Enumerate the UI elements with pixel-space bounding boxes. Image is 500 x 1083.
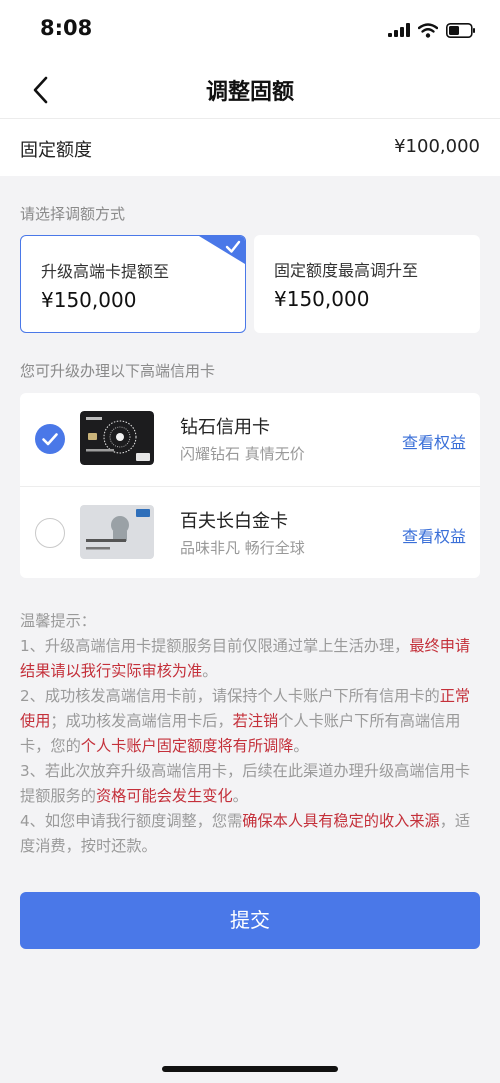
option-title: 固定额度最高调升至 — [274, 261, 419, 280]
tips-highlight: 个人卡账户固定额度将有所调降 — [80, 737, 294, 755]
tips-item-1: 1、升级高端信用卡提额服务目前仅限通过掌上生活办理，最终申请结果请以我行实际审核… — [20, 634, 482, 684]
option-fixed-quota[interactable]: 固定额度最高调升至 ¥150,000 — [254, 235, 480, 333]
centurion-card-image — [80, 505, 154, 559]
signal-icon — [388, 23, 410, 37]
fixed-quota-label: 固定额度 — [20, 140, 92, 161]
nav-bar: 调整固额 — [0, 60, 500, 118]
select-method-label: 请选择调额方式 — [20, 205, 126, 223]
option-title: 升级高端卡提额至 — [41, 262, 170, 281]
tips-title: 温馨提示： — [20, 612, 96, 630]
card-slogan: 品味非凡 畅行全球 — [180, 539, 305, 557]
submit-button[interactable]: 提交 — [20, 892, 480, 949]
fixed-quota-row: 固定额度 ¥100,000 — [0, 118, 500, 176]
tips-item-2: 2、成功核发高端信用卡前，请保持个人卡账户下所有信用卡的正常使用；成功核发高端信… — [20, 684, 482, 759]
tips-item-3: 3、若此次放弃升级高端信用卡，后续在此渠道办理升级高端信用卡提额服务的资格可能会… — [20, 759, 482, 809]
card-row-diamond[interactable]: 钻石信用卡 闪耀钻石 真情无价 查看权益 — [20, 393, 480, 485]
tips-text: ；成功核发高端信用卡后， — [50, 712, 233, 730]
page-title: 调整固额 — [205, 80, 294, 105]
card-name: 百夫长白金卡 — [180, 511, 288, 532]
card-list: 钻石信用卡 闪耀钻石 真情无价 查看权益 百夫长白金卡 品味非凡 畅行全球 查看… — [20, 393, 480, 578]
tips-text: 4、如您申请我行额度调整，您需 — [20, 812, 243, 830]
tips-text: 。 — [293, 737, 309, 755]
tips-text: 2、成功核发高端信用卡前，请保持个人卡账户下所有信用卡的 — [20, 687, 440, 705]
radio-checked[interactable] — [35, 424, 65, 454]
tips-highlight: 资格可能会发生变化 — [95, 787, 233, 805]
option-amount: ¥150,000 — [274, 287, 370, 311]
selected-check-icon — [199, 236, 245, 264]
tips-text: 。 — [232, 787, 248, 805]
tips-highlight: 确保本人具有稳定的收入来源 — [242, 812, 440, 830]
tips-section: 温馨提示： 1、升级高端信用卡提额服务目前仅限通过掌上生活办理，最终申请结果请以… — [20, 609, 482, 859]
check-icon — [42, 433, 58, 446]
status-icons — [388, 20, 476, 40]
diamond-card-image — [80, 411, 154, 465]
card-name: 钻石信用卡 — [180, 417, 270, 438]
tips-highlight: 若注销 — [232, 712, 279, 730]
card-slogan: 闪耀钻石 真情无价 — [180, 445, 305, 463]
card-row-centurion[interactable]: 百夫长白金卡 品味非凡 畅行全球 查看权益 — [20, 486, 480, 578]
status-time: 8:08 — [40, 16, 93, 40]
view-benefits-link[interactable]: 查看权益 — [402, 523, 466, 547]
tips-text: 。 — [202, 662, 218, 680]
tips-text: 1、升级高端信用卡提额服务目前仅限通过掌上生活办理， — [20, 637, 410, 655]
wifi-icon — [418, 22, 438, 38]
radio-unchecked[interactable] — [35, 518, 65, 548]
option-upgrade-card[interactable]: 升级高端卡提额至 ¥150,000 — [20, 235, 246, 333]
upgrade-cards-label: 您可升级办理以下高端信用卡 — [20, 362, 216, 380]
status-bar: 8:08 — [0, 0, 500, 60]
option-amount: ¥150,000 — [41, 288, 137, 312]
battery-icon — [446, 22, 475, 38]
view-benefits-link[interactable]: 查看权益 — [402, 429, 466, 453]
fixed-quota-value: ¥100,000 — [394, 136, 480, 157]
tips-item-4: 4、如您申请我行额度调整，您需确保本人具有稳定的收入来源，适度消费，按时还款。 — [20, 809, 482, 859]
home-indicator — [162, 1066, 338, 1072]
